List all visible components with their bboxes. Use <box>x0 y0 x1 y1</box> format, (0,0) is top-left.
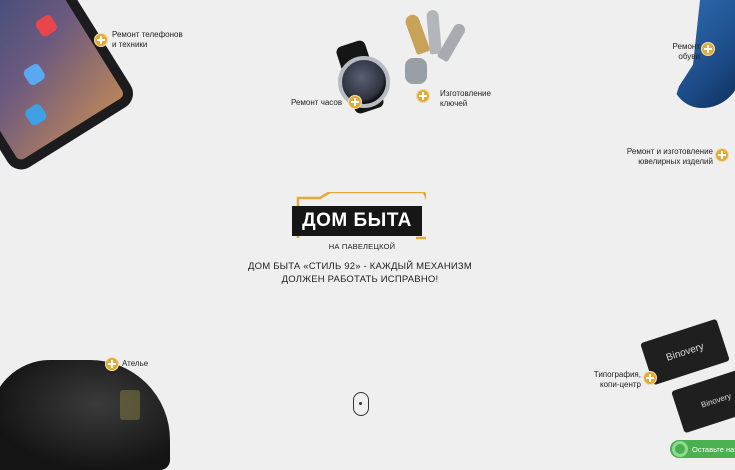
service-label-watches[interactable]: Ремонт часов <box>291 98 342 108</box>
tablet-image <box>0 0 140 176</box>
app-icon <box>33 13 59 39</box>
shoes-plus-icon[interactable] <box>701 42 715 56</box>
logo-title[interactable]: ДОМ БЫТА <box>292 206 422 236</box>
service-label-phones[interactable]: Ремонт телефонов и техники <box>112 30 183 50</box>
logo-subtitle: НА ПАВЕЛЕЦКОЙ <box>328 242 396 251</box>
service-label-jewelry[interactable]: Ремонт и изготовление ювелирных изделий <box>600 147 713 167</box>
tablet-screen <box>0 0 126 162</box>
atelier-plus-icon[interactable] <box>105 357 119 371</box>
key-image <box>436 21 468 63</box>
key-fob-image <box>405 58 427 84</box>
callback-label: Оставьте на <box>692 444 735 454</box>
phones-plus-icon[interactable] <box>94 33 108 47</box>
service-label-keys[interactable]: Изготовление ключей <box>440 89 491 109</box>
scroll-mouse-icon[interactable] <box>353 392 369 416</box>
app-icon <box>23 102 49 128</box>
tagline: ДОМ БЫТА «СТИЛЬ 92» - КАЖДЫЙ МЕХАНИЗМ ДО… <box>248 261 472 285</box>
service-label-atelier[interactable]: Ателье <box>122 359 148 369</box>
service-label-printing[interactable]: Типография, копи-центр <box>583 370 641 390</box>
app-icon <box>21 62 47 87</box>
service-label-shoes[interactable]: Ремонт обуви <box>650 42 700 62</box>
jewelry-plus-icon[interactable] <box>715 148 729 162</box>
keys-plus-icon[interactable] <box>416 89 430 103</box>
printing-plus-icon[interactable] <box>643 371 657 385</box>
jacket-image <box>0 360 170 470</box>
jacket-patch <box>120 390 140 420</box>
business-card: Binovery <box>671 366 735 434</box>
key-image <box>426 9 442 55</box>
watch-image <box>338 56 390 108</box>
callback-phone-icon[interactable] <box>672 441 688 457</box>
watches-plus-icon[interactable] <box>348 95 362 109</box>
